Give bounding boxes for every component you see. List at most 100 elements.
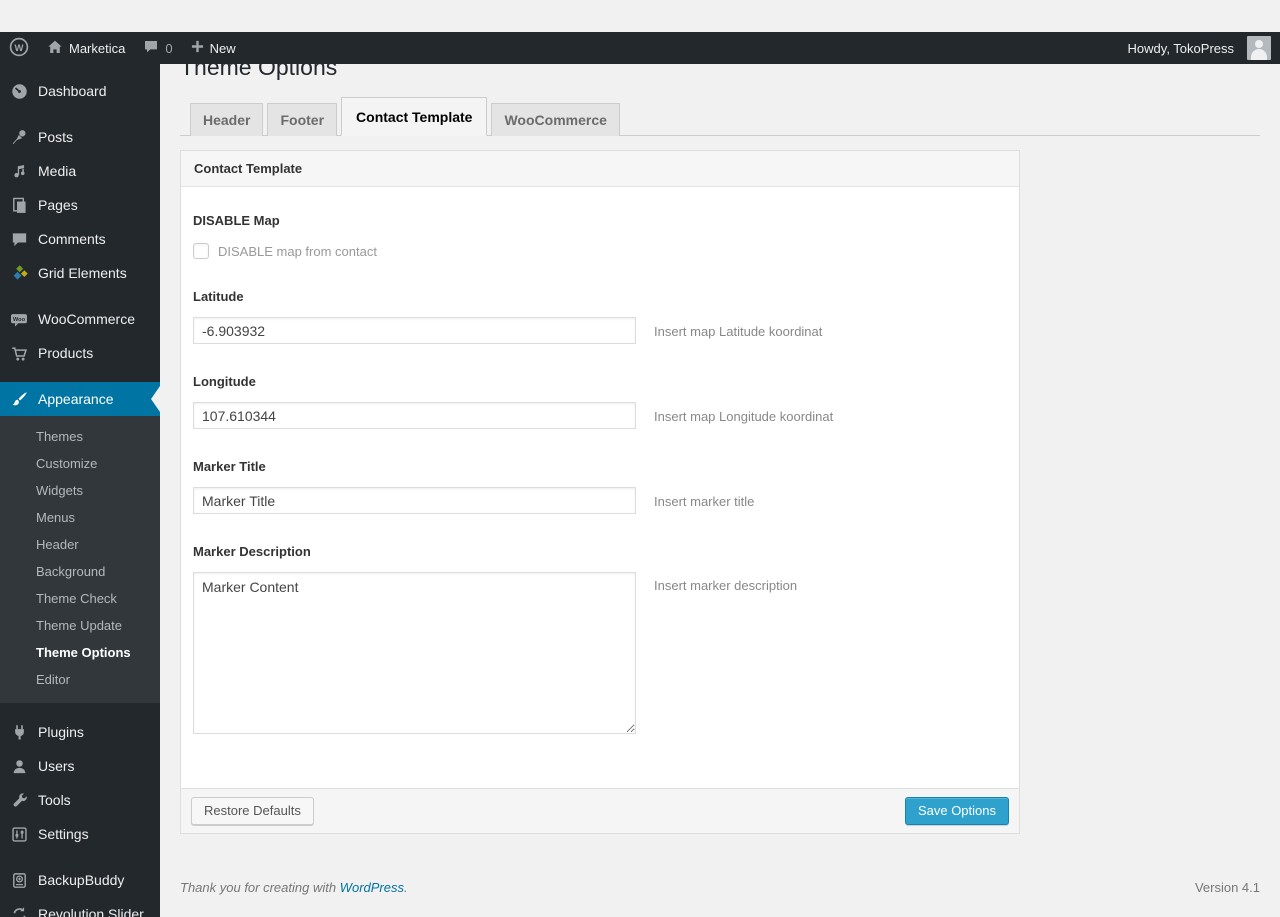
sidebar-item-label: Pages xyxy=(38,197,78,213)
site-name-link[interactable]: Marketica xyxy=(38,32,134,64)
version-label: Version 4.1 xyxy=(1194,880,1260,895)
sidebar-item-label: Users xyxy=(38,758,75,774)
latitude-input[interactable] xyxy=(193,317,636,344)
disable-map-checkbox[interactable] xyxy=(193,243,209,259)
user-icon xyxy=(9,756,29,776)
brush-icon xyxy=(9,389,29,409)
wordpress-link[interactable]: WordPress xyxy=(340,880,404,895)
latitude-group: Latitude Insert map Latitude koordinat xyxy=(193,289,1007,344)
sidebar-item-label: WooCommerce xyxy=(38,311,135,327)
sidebar-item-tools[interactable]: Tools xyxy=(0,783,160,817)
backup-icon xyxy=(9,870,29,890)
new-content-button[interactable]: New xyxy=(182,32,245,64)
sidebar-item-header[interactable]: Header xyxy=(0,531,160,558)
page-footer: Thank you for creating with WordPress. V… xyxy=(180,880,1260,895)
sidebar-item-menus[interactable]: Menus xyxy=(0,504,160,531)
tab-woocommerce[interactable]: WooCommerce xyxy=(491,103,620,136)
panel-body: DISABLE Map DISABLE map from contact Lat… xyxy=(181,187,1019,788)
sidebar-item-media[interactable]: Media xyxy=(0,154,160,188)
tab-bar: Header Footer Contact Template WooCommerce xyxy=(180,97,1260,136)
sidebar-item-theme-update[interactable]: Theme Update xyxy=(0,612,160,639)
my-account-menu[interactable]: Howdy, TokoPress xyxy=(1119,32,1280,64)
svg-text:W: W xyxy=(15,42,24,53)
comments-shortcut[interactable]: 0 xyxy=(134,32,181,64)
sidebar-item-editor[interactable]: Editor xyxy=(0,666,160,693)
sidebar-item-revolution-slider[interactable]: Revolution Slider xyxy=(0,897,160,917)
restore-defaults-button[interactable]: Restore Defaults xyxy=(191,797,314,825)
wrench-icon xyxy=(9,790,29,810)
sidebar-item-comments[interactable]: Comments xyxy=(0,222,160,256)
tab-header[interactable]: Header xyxy=(190,103,264,136)
sidebar-item-appearance[interactable]: Appearance xyxy=(0,382,160,416)
sidebar-item-settings[interactable]: Settings xyxy=(0,817,160,851)
longitude-group: Longitude Insert map Longitude koordinat xyxy=(193,374,1007,429)
plugin-icon xyxy=(9,722,29,742)
avatar xyxy=(1247,36,1271,60)
home-icon xyxy=(47,39,63,58)
panel-title: Contact Template xyxy=(181,151,1019,187)
sidebar-item-label: Products xyxy=(38,345,94,361)
sidebar-item-grid-elements[interactable]: Grid Elements xyxy=(0,256,160,290)
tab-footer[interactable]: Footer xyxy=(267,103,338,136)
sidebar-item-theme-check[interactable]: Theme Check xyxy=(0,585,160,612)
save-options-button[interactable]: Save Options xyxy=(904,797,1009,825)
appearance-submenu: Themes Customize Widgets Menus Header Ba… xyxy=(0,416,160,703)
sidebar-item-label: Grid Elements xyxy=(38,265,127,281)
marker-title-help-text: Insert marker title xyxy=(654,494,755,509)
menu-separator xyxy=(0,370,160,382)
comments-count: 0 xyxy=(165,40,173,56)
sidebar-item-customize[interactable]: Customize xyxy=(0,450,160,477)
woocommerce-icon: Woo xyxy=(9,309,29,329)
latitude-label: Latitude xyxy=(193,289,244,304)
sidebar-item-label: Comments xyxy=(38,231,106,247)
sidebar-item-label: Settings xyxy=(38,826,89,842)
menu-separator xyxy=(0,290,160,302)
disable-map-group: DISABLE Map DISABLE map from contact xyxy=(193,213,1007,259)
sidebar-item-users[interactable]: Users xyxy=(0,749,160,783)
disable-map-label: DISABLE Map xyxy=(193,213,280,228)
sidebar-item-woocommerce[interactable]: Woo WooCommerce xyxy=(0,302,160,336)
wordpress-logo-icon: W xyxy=(9,37,29,60)
pages-icon xyxy=(9,195,29,215)
marker-title-input[interactable] xyxy=(193,487,636,514)
comment-bubble-icon xyxy=(143,39,159,57)
pin-icon xyxy=(9,127,29,147)
panel-footer: Restore Defaults Save Options xyxy=(181,788,1019,833)
marker-description-label: Marker Description xyxy=(193,544,311,559)
sidebar-item-label: Dashboard xyxy=(38,83,107,99)
howdy-label: Howdy, TokoPress xyxy=(1127,40,1234,56)
sidebar-item-label: Posts xyxy=(38,129,74,145)
wp-logo-button[interactable]: W xyxy=(0,32,38,64)
sidebar-item-dashboard[interactable]: Dashboard xyxy=(0,74,160,108)
footer-thanks-text: Thank you for creating with WordPress. xyxy=(180,880,408,895)
longitude-input[interactable] xyxy=(193,402,636,429)
sidebar-item-label: BackupBuddy xyxy=(38,872,125,888)
main-content: Theme Options Header Footer Contact Templa… xyxy=(160,32,1280,895)
current-menu-arrow xyxy=(151,386,160,412)
sidebar-item-posts[interactable]: Posts xyxy=(0,120,160,154)
sidebar-item-label: Tools xyxy=(38,792,71,808)
contact-template-panel: Contact Template DISABLE Map DISABLE map… xyxy=(180,150,1020,834)
sidebar-item-products[interactable]: Products xyxy=(0,336,160,370)
sidebar-item-theme-options[interactable]: Theme Options xyxy=(0,639,160,666)
plus-icon xyxy=(191,40,204,56)
new-label: New xyxy=(209,40,236,56)
cart-icon xyxy=(9,343,29,363)
dashboard-icon xyxy=(9,81,29,101)
sidebar-item-backupbuddy[interactable]: BackupBuddy xyxy=(0,863,160,897)
sidebar-item-themes[interactable]: Themes xyxy=(0,423,160,450)
sidebar-item-background[interactable]: Background xyxy=(0,558,160,585)
sidebar-item-widgets[interactable]: Widgets xyxy=(0,477,160,504)
menu-separator xyxy=(0,108,160,120)
sidebar-item-label: Revolution Slider xyxy=(38,906,144,917)
grid-elements-icon xyxy=(9,263,29,283)
marker-title-label: Marker Title xyxy=(193,459,266,474)
marker-description-group: Marker Description Marker Content Insert… xyxy=(193,544,1007,734)
marker-title-group: Marker Title Insert marker title xyxy=(193,459,1007,514)
marker-description-textarea[interactable]: Marker Content xyxy=(193,572,636,734)
tab-contact-template[interactable]: Contact Template xyxy=(341,97,488,136)
sidebar-item-pages[interactable]: Pages xyxy=(0,188,160,222)
settings-icon xyxy=(9,824,29,844)
sidebar-item-plugins[interactable]: Plugins xyxy=(0,715,160,749)
media-icon xyxy=(9,161,29,181)
